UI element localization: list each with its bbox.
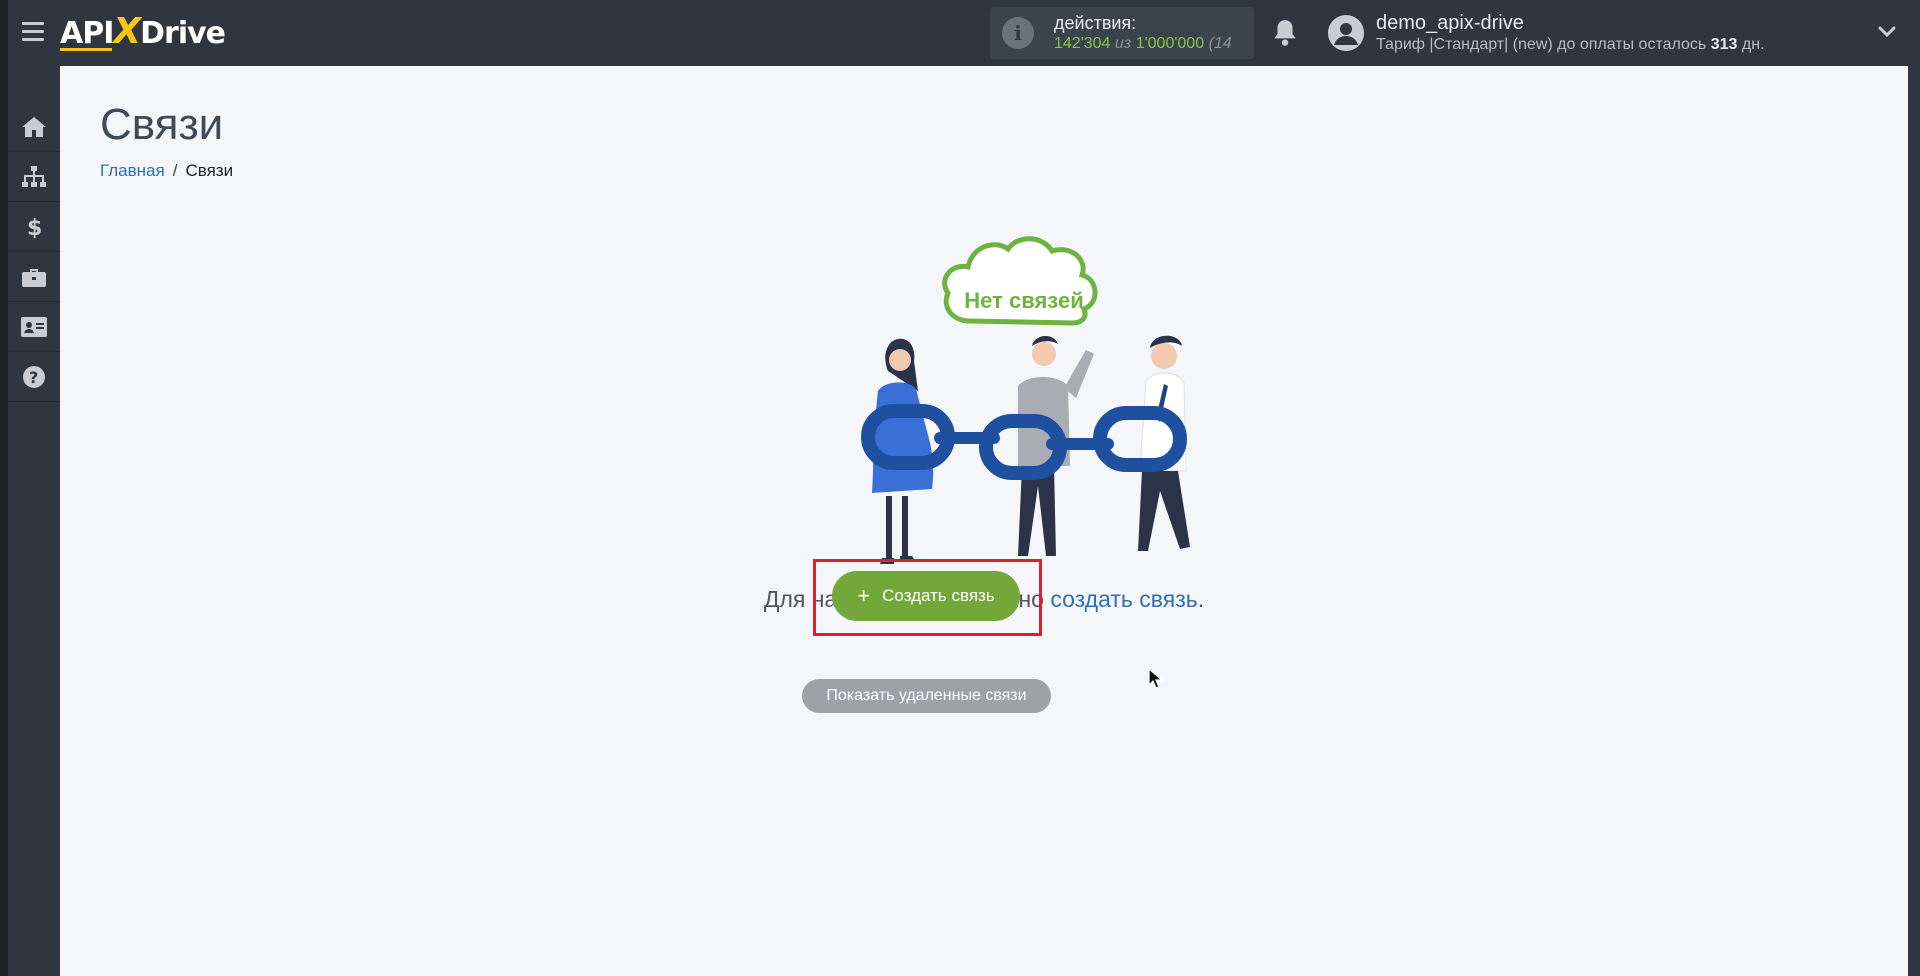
actions-total: 1'000'000 [1135, 35, 1205, 52]
plan-days-unit: дн. [1741, 36, 1765, 53]
plus-icon: + [857, 583, 871, 608]
briefcase-icon [22, 268, 46, 287]
apixdrive-logo[interactable]: APIXDrive [60, 11, 226, 52]
menu-burger-icon[interactable] [22, 22, 44, 42]
chevron-down-icon[interactable] [1877, 22, 1897, 42]
user-icon [1328, 15, 1364, 51]
logo-drive-text: Drive [140, 16, 226, 51]
window-right-edge [1908, 66, 1920, 976]
sidebar-item-billing[interactable]: $ [8, 202, 60, 252]
dollar-icon: $ [27, 216, 42, 239]
create-connection-button[interactable]: + Создать связь [832, 571, 1020, 621]
question-icon: ? [23, 365, 45, 388]
plan-info: Тариф |Стандарт| (new) до оплаты осталос… [1376, 36, 1764, 54]
breadcrumb-home-link[interactable]: Главная [100, 161, 165, 180]
main-content: Связи Главная / Связи Нет связей Для соз… [60, 66, 1908, 976]
actions-label: действия: [1054, 13, 1137, 33]
no-connections-illustration: Нет связей [861, 236, 1190, 564]
breadcrumb: Главная / Связи [100, 161, 233, 181]
sidebar-item-profile[interactable] [8, 302, 60, 352]
cloud-text: Нет связей [964, 288, 1083, 313]
logo-api-text: API [60, 16, 114, 51]
cloud-icon: Нет связей [942, 236, 1098, 326]
create-connection-label: Создать связь [882, 586, 995, 605]
sidebar-item-help[interactable]: ? [8, 352, 60, 402]
show-deleted-connections-button[interactable]: Показать удаленные связи [802, 679, 1051, 713]
mouse-cursor-icon [1148, 668, 1164, 689]
home-icon [22, 116, 46, 137]
sidebar: $ ? [8, 66, 60, 976]
svg-text:?: ? [29, 368, 38, 387]
top-header: APIXDrive i действия: 142'304 из 1'000'0… [0, 0, 1920, 66]
plan-text: Тариф |Стандарт| (new) до оплаты осталос… [1376, 36, 1707, 53]
bell-icon[interactable] [1272, 18, 1298, 48]
actions-extra: (14 [1208, 35, 1232, 52]
actions-value: 142'304 из 1'000'000 (14 [1054, 35, 1232, 53]
breadcrumb-current: Связи [185, 161, 234, 180]
sidebar-item-home[interactable] [8, 102, 60, 152]
sidebar-item-services[interactable] [8, 252, 60, 302]
page-title: Связи [100, 100, 224, 149]
actions-counter: i действия: 142'304 из 1'000'000 (14 [990, 7, 1254, 59]
avatar[interactable] [1328, 15, 1364, 51]
sidebar-item-connections[interactable] [8, 152, 60, 202]
plan-days: 313 [1710, 36, 1738, 53]
window-left-edge [0, 0, 8, 976]
svg-text:$: $ [27, 216, 42, 239]
create-connection-link[interactable]: создать связь [1050, 586, 1197, 612]
info-icon: i [1002, 17, 1034, 49]
sitemap-icon [22, 165, 46, 187]
user-name[interactable]: demo_apix-drive [1376, 12, 1524, 35]
logo-underline [60, 48, 112, 51]
actions-used: 142'304 [1054, 35, 1111, 52]
logo-x-text: X [113, 11, 141, 52]
actions-of: из [1114, 35, 1132, 52]
hint-suffix: . [1197, 586, 1205, 612]
breadcrumb-separator: / [172, 161, 178, 180]
id-card-icon [21, 316, 47, 337]
